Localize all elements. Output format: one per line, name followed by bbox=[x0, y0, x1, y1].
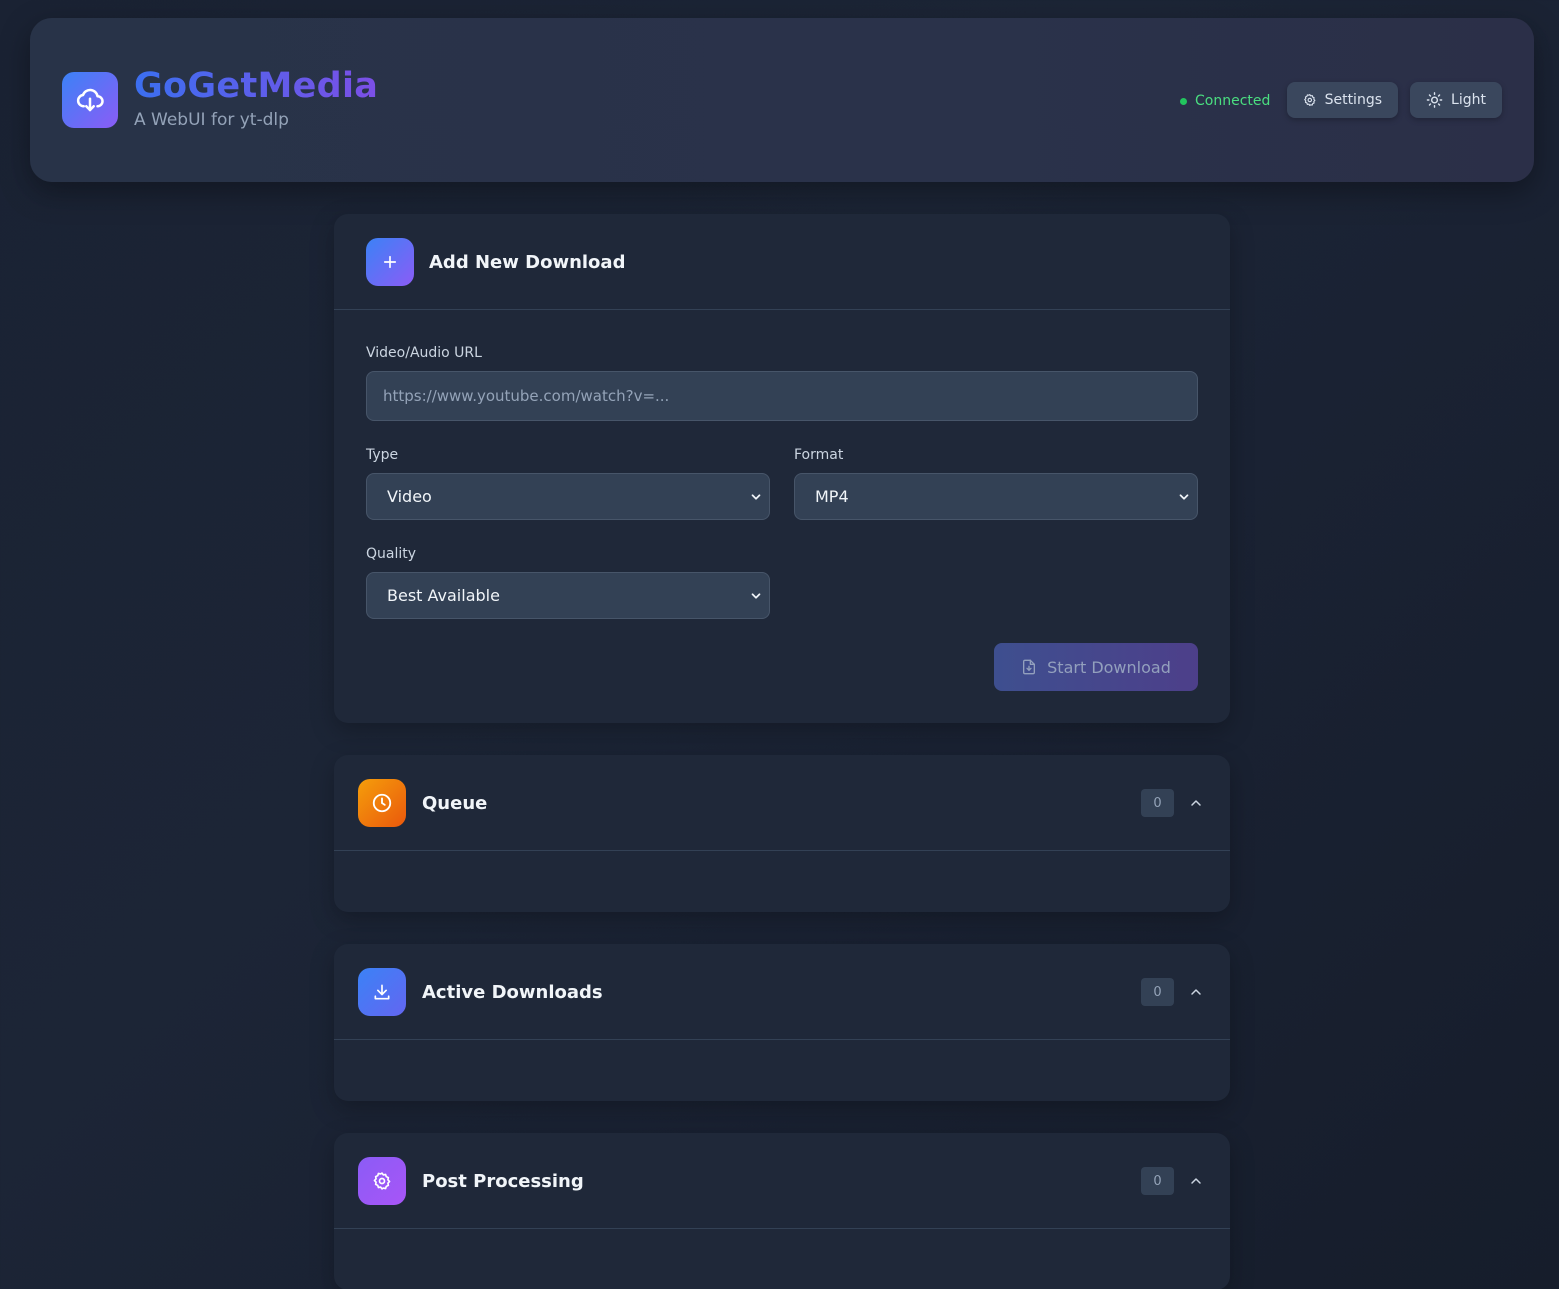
download-icon bbox=[358, 968, 406, 1016]
active-downloads-count-badge: 0 bbox=[1141, 978, 1174, 1006]
sun-icon bbox=[1426, 92, 1443, 108]
queue-count-badge: 0 bbox=[1141, 789, 1174, 817]
quality-select[interactable]: Best Available bbox=[366, 572, 770, 619]
app-subtitle: A WebUI for yt-dlp bbox=[134, 110, 289, 130]
post-processing-count-badge: 0 bbox=[1141, 1167, 1174, 1195]
url-placeholder: https://www.youtube.com/watch?v=... bbox=[383, 387, 670, 405]
settings-button[interactable]: Settings bbox=[1287, 82, 1398, 118]
url-input[interactable]: https://www.youtube.com/watch?v=... bbox=[366, 371, 1198, 421]
post-processing-title: Post Processing bbox=[422, 1171, 584, 1192]
type-select[interactable]: Video bbox=[366, 473, 770, 520]
clock-icon bbox=[358, 779, 406, 827]
active-downloads-title: Active Downloads bbox=[422, 982, 603, 1003]
chevron-down-icon bbox=[1179, 493, 1189, 500]
chevron-down-icon bbox=[751, 592, 761, 599]
add-download-card: Add New Download Video/Audio URL https:/… bbox=[334, 214, 1230, 723]
format-select[interactable]: MP4 bbox=[794, 473, 1198, 520]
queue-title: Queue bbox=[422, 793, 488, 814]
gear-icon bbox=[1304, 94, 1316, 106]
status-text: Connected bbox=[1195, 93, 1271, 109]
format-value: MP4 bbox=[815, 487, 849, 506]
post-processing-header[interactable]: Post Processing 0 bbox=[334, 1133, 1230, 1229]
start-download-label: Start Download bbox=[1047, 657, 1171, 677]
queue-header[interactable]: Queue 0 bbox=[334, 755, 1230, 851]
app-header: GoGetMedia A WebUI for yt-dlp Connected … bbox=[30, 18, 1534, 182]
quality-label: Quality bbox=[366, 546, 417, 562]
post-processing-card: Post Processing 0 bbox=[334, 1133, 1230, 1289]
url-label: Video/Audio URL bbox=[366, 345, 482, 361]
add-download-title: Add New Download bbox=[429, 252, 626, 273]
gear-icon bbox=[358, 1157, 406, 1205]
file-download-icon bbox=[1023, 659, 1036, 675]
active-downloads-card: Active Downloads 0 bbox=[334, 944, 1230, 1101]
queue-card: Queue 0 bbox=[334, 755, 1230, 912]
chevron-up-icon[interactable] bbox=[1186, 1171, 1206, 1191]
chevron-up-icon[interactable] bbox=[1186, 982, 1206, 1002]
type-label: Type bbox=[366, 447, 399, 463]
start-download-button[interactable]: Start Download bbox=[994, 643, 1198, 691]
cloud-download-icon bbox=[62, 72, 118, 128]
quality-value: Best Available bbox=[387, 586, 500, 605]
app-title: GoGetMedia bbox=[134, 66, 379, 106]
active-downloads-header[interactable]: Active Downloads 0 bbox=[334, 944, 1230, 1040]
connection-status: Connected bbox=[1180, 91, 1270, 111]
theme-label: Light bbox=[1451, 92, 1486, 108]
type-value: Video bbox=[387, 487, 432, 506]
status-dot-icon bbox=[1180, 97, 1187, 105]
theme-toggle-button[interactable]: Light bbox=[1410, 82, 1502, 118]
plus-icon bbox=[366, 238, 414, 286]
chevron-down-icon bbox=[751, 493, 761, 500]
chevron-up-icon[interactable] bbox=[1186, 793, 1206, 813]
settings-label: Settings bbox=[1324, 92, 1382, 108]
add-download-header: Add New Download bbox=[334, 214, 1230, 310]
format-label: Format bbox=[794, 447, 844, 463]
